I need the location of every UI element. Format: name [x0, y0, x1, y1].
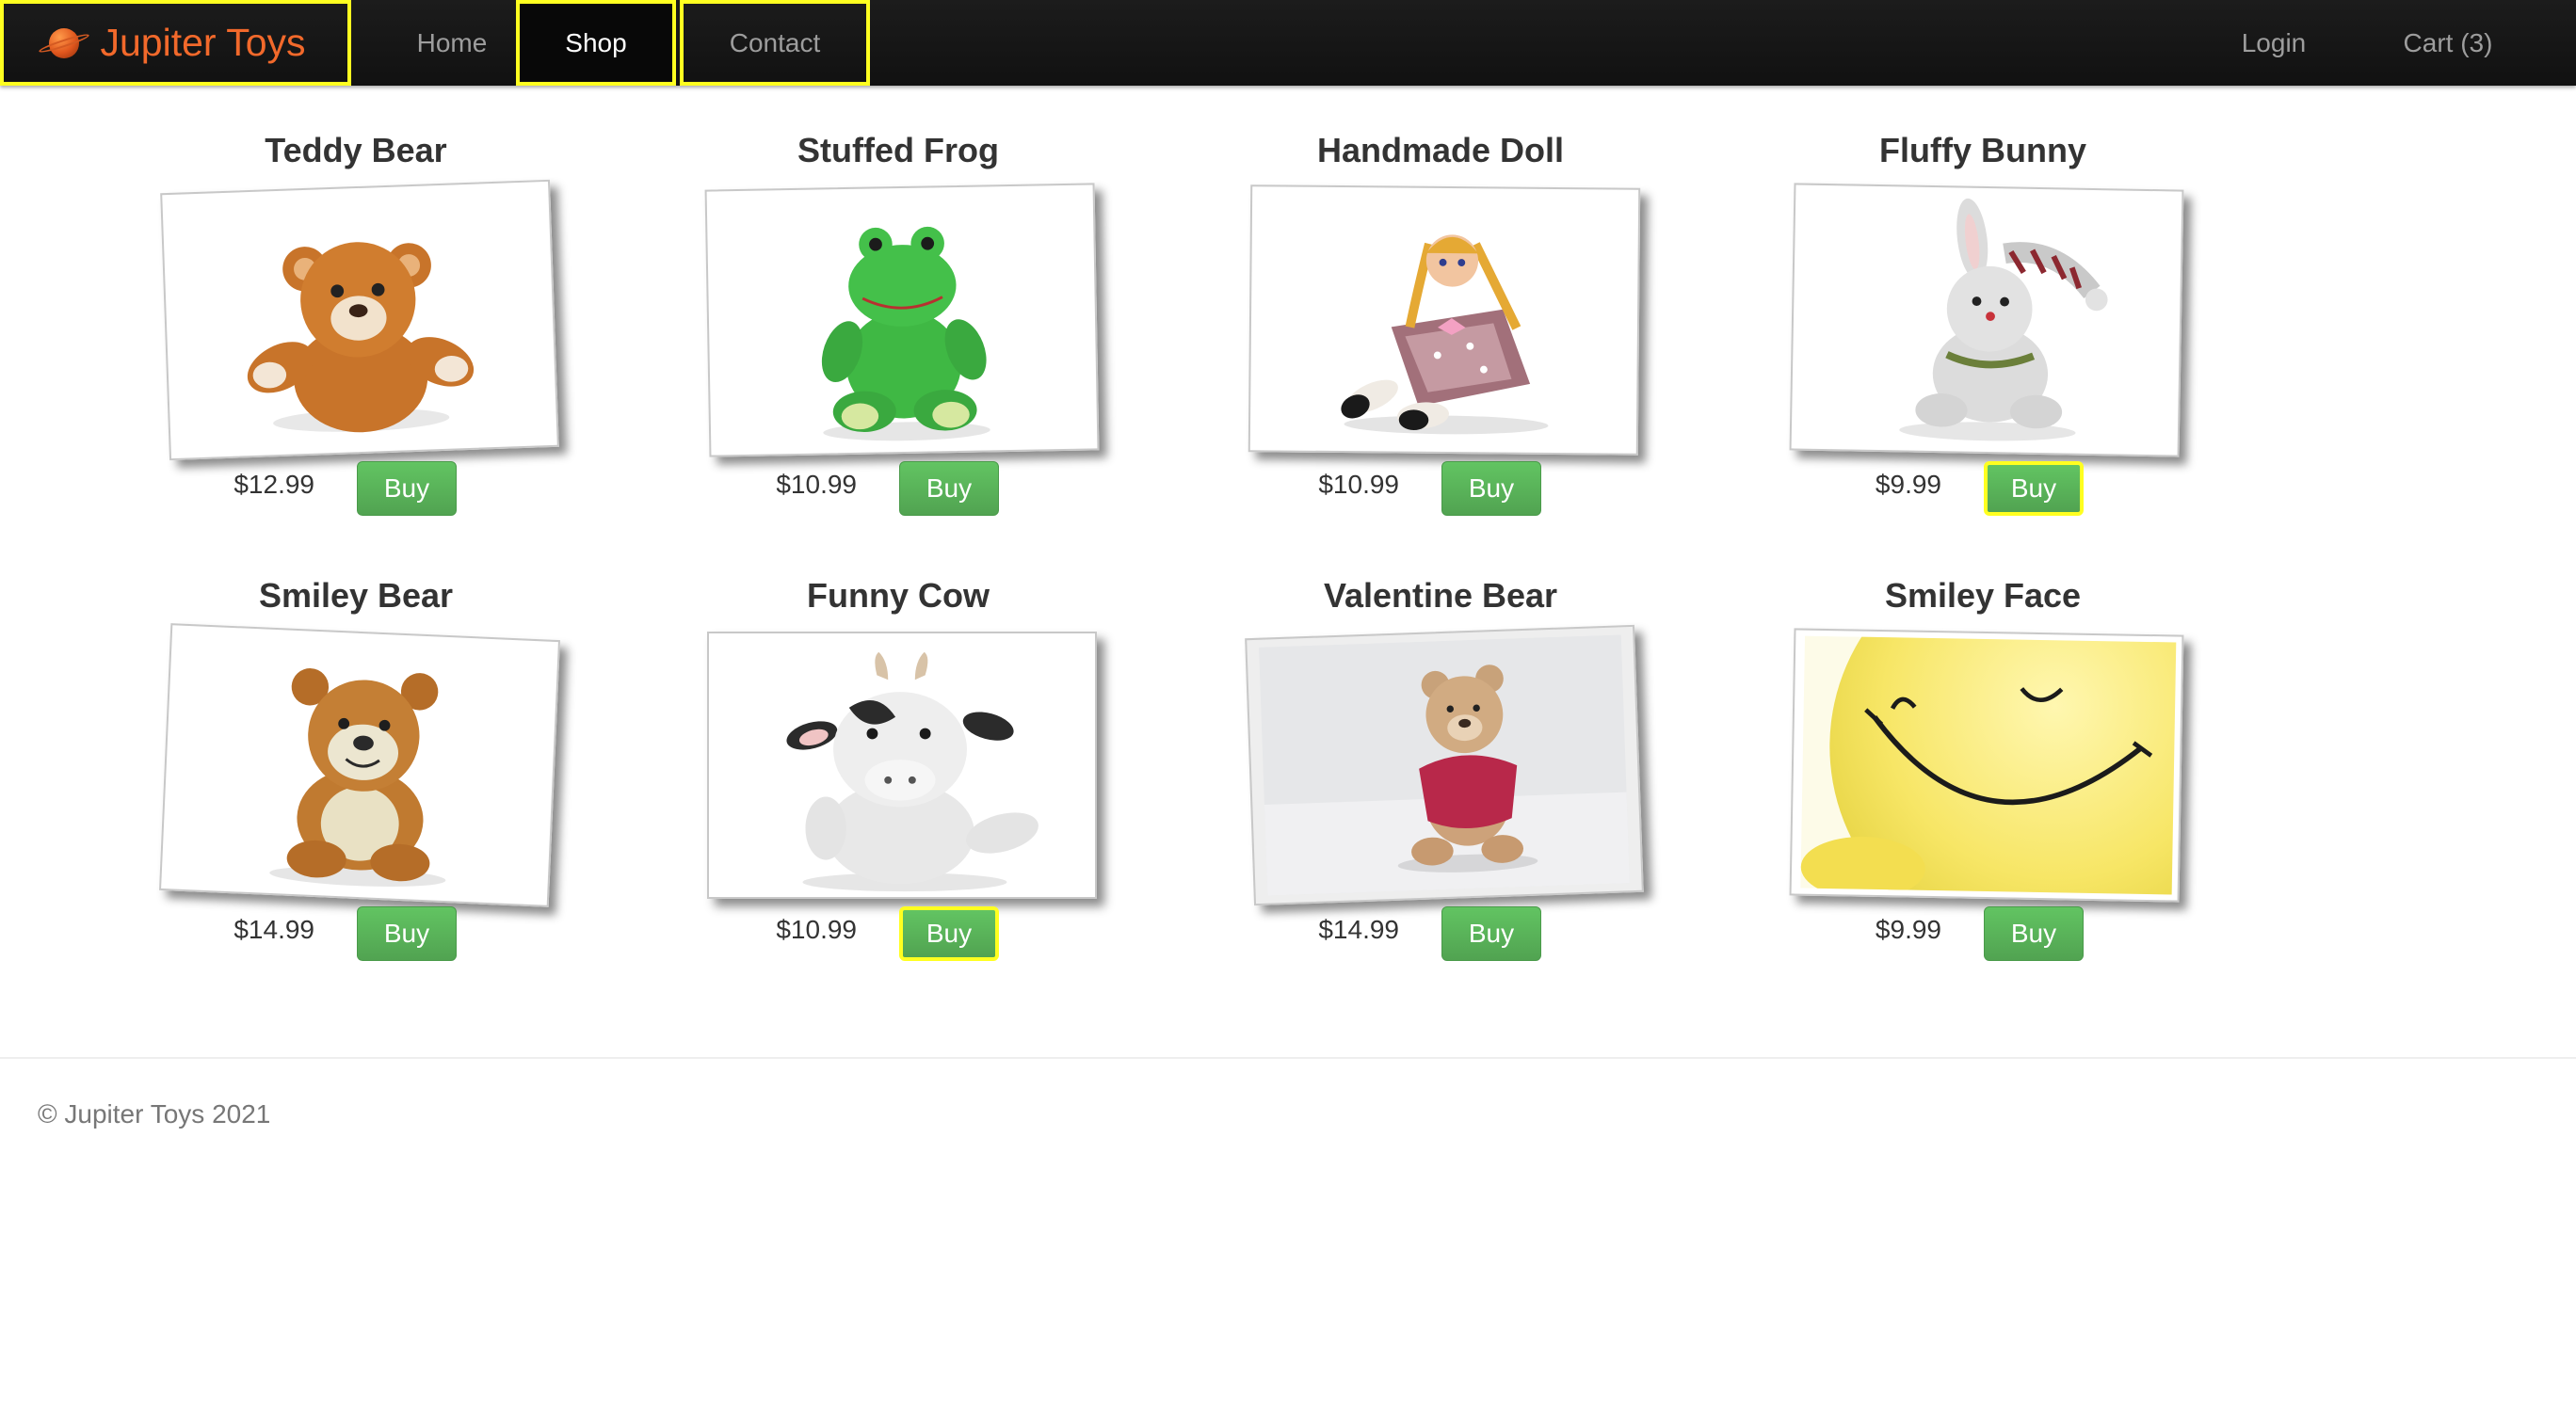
- valentine-bear-image: [1259, 634, 1630, 896]
- buy-button[interactable]: Buy: [1984, 461, 2084, 516]
- product-title: Stuffed Frog: [797, 131, 999, 169]
- top-navbar: Jupiter Toys Home Shop Contact Login Car…: [0, 0, 2576, 86]
- buy-button[interactable]: Buy: [1984, 906, 2084, 961]
- product-price: $10.99: [776, 470, 857, 499]
- product-price: $9.99: [1875, 470, 1941, 499]
- product-image: [1789, 183, 2184, 457]
- product-image: [707, 632, 1097, 899]
- product-title: Funny Cow: [807, 576, 990, 615]
- product-smiley-bear: Smiley Bear $14.99 Buy: [85, 568, 627, 991]
- nav-home-link[interactable]: Home: [373, 0, 531, 86]
- product-funny-cow: Funny Cow $10.99 Buy: [627, 568, 1169, 991]
- buy-button[interactable]: Buy: [899, 906, 999, 961]
- product-price: $14.99: [1318, 915, 1399, 944]
- brand-link[interactable]: Jupiter Toys: [0, 0, 351, 86]
- smiley-bear-image: [269, 668, 446, 887]
- product-image: [1248, 184, 1641, 456]
- product-title: Teddy Bear: [265, 131, 447, 169]
- buy-button[interactable]: Buy: [357, 906, 457, 961]
- product-fluffy-bunny: Fluffy Bunny $9.99 Buy: [1712, 122, 2254, 546]
- product-title: Fluffy Bunny: [1879, 131, 2086, 169]
- product-teddy-bear: Teddy Bear $12.99 Buy: [85, 122, 627, 546]
- nav-contact-link[interactable]: Contact: [680, 0, 870, 86]
- smiley-face-image: [1800, 635, 2177, 895]
- product-valentine-bear: Valentine Bear $14.99 Buy: [1169, 568, 1712, 991]
- product-image: [160, 179, 559, 461]
- product-price: $9.99: [1875, 915, 1941, 944]
- nav-login-link[interactable]: Login: [2203, 0, 2344, 86]
- product-title: Smiley Bear: [258, 576, 454, 615]
- nav-cart-link[interactable]: Cart (3): [2382, 0, 2514, 86]
- nav-shop-link[interactable]: Shop: [516, 0, 676, 86]
- teddy-bear-image: [247, 242, 475, 433]
- product-handmade-doll: Handmade Doll $10.99 Buy: [1169, 122, 1712, 546]
- buy-button[interactable]: Buy: [899, 461, 999, 516]
- buy-button[interactable]: Buy: [1441, 461, 1541, 516]
- product-price: $10.99: [776, 915, 857, 944]
- stuffed-frog-image: [821, 226, 990, 441]
- brand-name: Jupiter Toys: [100, 21, 306, 64]
- product-stuffed-frog: Stuffed Frog $10.99 Buy: [627, 122, 1169, 546]
- funny-cow-image: [786, 651, 1038, 892]
- product-title: Valentine Bear: [1323, 576, 1558, 615]
- product-image: [1245, 624, 1644, 906]
- product-image: [704, 183, 1100, 457]
- product-price: $12.99: [233, 470, 314, 499]
- handmade-doll-image: [1341, 234, 1549, 435]
- product-image: [159, 623, 560, 907]
- product-title: Handmade Doll: [1316, 131, 1565, 169]
- product-smiley-face: Smiley Face $9.99 Buy: [1712, 568, 2254, 991]
- buy-button[interactable]: Buy: [1441, 906, 1541, 961]
- footer-copyright: © Jupiter Toys 2021: [38, 1099, 271, 1129]
- footer-divider: [0, 1057, 2576, 1059]
- product-image: [1789, 628, 2184, 903]
- buy-button[interactable]: Buy: [357, 461, 457, 516]
- product-price: $14.99: [233, 915, 314, 944]
- fluffy-bunny-image: [1899, 198, 2108, 441]
- product-price: $10.99: [1318, 470, 1399, 499]
- product-title: Smiley Face: [1884, 576, 2082, 615]
- planet-logo-icon: [38, 24, 91, 62]
